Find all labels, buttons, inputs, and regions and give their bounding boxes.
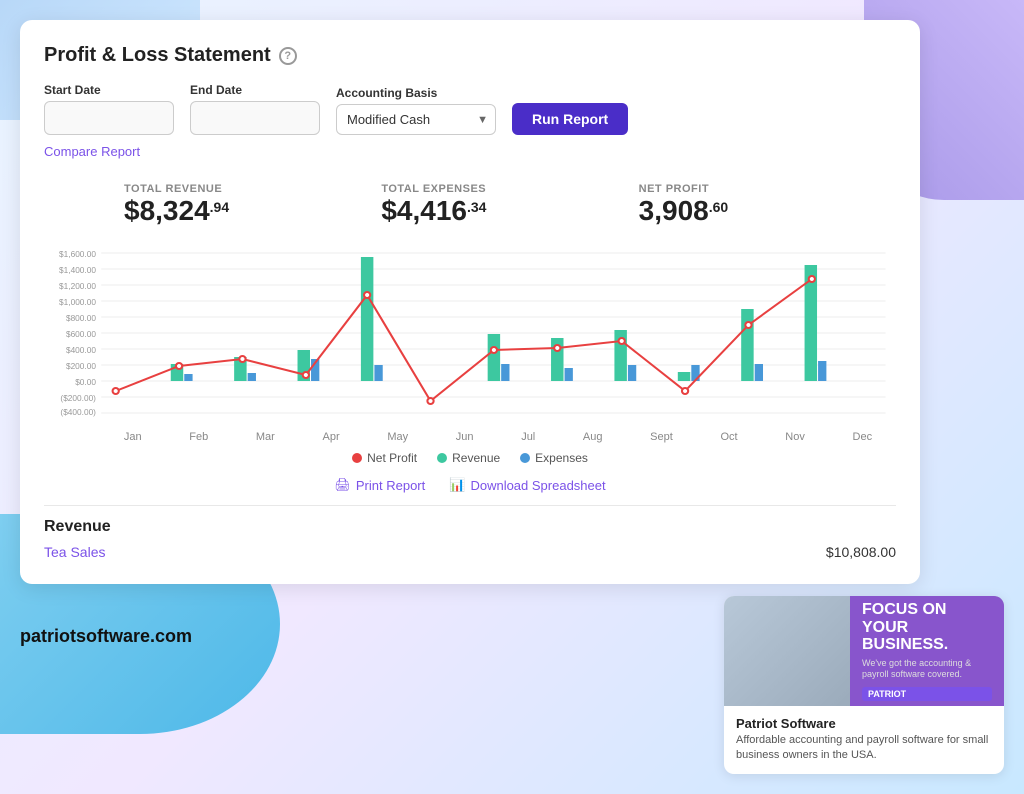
x-label-aug: Aug <box>583 431 603 443</box>
form-row: Start Date 📅 End Date 📅 Accounting Basis… <box>44 83 896 135</box>
actions-row: 🖨 Print Report 📊 Download Spreadsheet <box>44 477 896 493</box>
net-profit-dollars: 3,908 <box>639 195 709 227</box>
download-label: Download Spreadsheet <box>470 478 605 493</box>
bottom-section: patriotsoftware.com FOCUS ON YOUR BUSINE… <box>20 596 1004 774</box>
total-revenue-dollars: $8,324 <box>124 195 210 227</box>
svg-text:$400.00: $400.00 <box>66 346 96 355</box>
end-date-label: End Date <box>190 83 320 97</box>
start-date-group: Start Date 📅 <box>44 83 174 135</box>
ad-subtext: We've got the accounting & payroll softw… <box>862 658 992 681</box>
legend-dot-net-profit <box>352 453 362 463</box>
ad-content: Patriot Software Affordable accounting a… <box>724 706 1004 774</box>
tea-sales-amount: $10,808.00 <box>826 544 896 560</box>
x-label-sept: Sept <box>650 431 673 443</box>
tea-sales-link[interactable]: Tea Sales <box>44 544 105 560</box>
svg-text:($200.00): ($200.00) <box>60 394 96 403</box>
end-date-group: End Date 📅 <box>190 83 320 135</box>
ad-card: FOCUS ON YOUR BUSINESS. We've got the ac… <box>724 596 1004 774</box>
x-label-nov: Nov <box>785 431 805 443</box>
x-label-feb: Feb <box>189 431 208 443</box>
svg-text:$200.00: $200.00 <box>66 362 96 371</box>
chart-area: $1,600.00 $1,400.00 $1,200.00 $1,000.00 … <box>44 243 896 423</box>
net-profit-metric: NET PROFIT 3,908 .60 <box>639 183 896 227</box>
card-header: Profit & Loss Statement ? <box>44 44 896 67</box>
total-expenses-value: $4,416 .34 <box>381 195 638 227</box>
legend-expenses: Expenses <box>520 451 588 465</box>
ad-overlay: FOCUS ON YOUR BUSINESS. We've got the ac… <box>850 596 1004 706</box>
x-label-jul: Jul <box>521 431 535 443</box>
accounting-basis-wrap: Modified Cash Accrual Cash ▼ <box>336 104 496 135</box>
revenue-section-title: Revenue <box>44 518 896 536</box>
total-revenue-value: $8,324 .94 <box>124 195 381 227</box>
accounting-basis-group: Accounting Basis Modified Cash Accrual C… <box>336 86 496 135</box>
ad-image-area: FOCUS ON YOUR BUSINESS. We've got the ac… <box>724 596 1004 706</box>
divider <box>44 505 896 506</box>
chart-legend: Net Profit Revenue Expenses <box>44 451 896 465</box>
help-icon[interactable]: ? <box>279 47 297 65</box>
download-spreadsheet-link[interactable]: 📊 Download Spreadsheet <box>449 477 605 493</box>
x-label-apr: Apr <box>323 431 340 443</box>
ad-headline: FOCUS ON YOUR BUSINESS. <box>862 601 992 654</box>
domain-text: patriotsoftware.com <box>20 626 704 647</box>
legend-label-net-profit: Net Profit <box>367 451 417 465</box>
start-date-label: Start Date <box>44 83 174 97</box>
ad-brand: Patriot Software <box>736 716 992 731</box>
svg-text:$1,600.00: $1,600.00 <box>59 250 96 259</box>
ad-logo: PATRIOT <box>862 687 992 701</box>
total-expenses-cents: .34 <box>467 199 486 215</box>
ad-description: Affordable accounting and payroll softwa… <box>736 733 992 764</box>
metrics-row: TOTAL REVENUE $8,324 .94 TOTAL EXPENSES … <box>44 183 896 227</box>
total-expenses-metric: TOTAL EXPENSES $4,416 .34 <box>381 183 638 227</box>
run-report-button[interactable]: Run Report <box>512 103 628 135</box>
legend-label-expenses: Expenses <box>535 451 588 465</box>
compare-report-link[interactable]: Compare Report <box>44 144 140 159</box>
x-label-jun: Jun <box>456 431 474 443</box>
main-container: Profit & Loss Statement ? Start Date 📅 E… <box>0 0 1024 794</box>
total-revenue-cents: .94 <box>210 199 229 215</box>
x-label-dec: Dec <box>853 431 873 443</box>
svg-text:$800.00: $800.00 <box>66 314 96 323</box>
net-profit-cents: .60 <box>709 199 728 215</box>
legend-dot-revenue <box>437 453 447 463</box>
svg-text:$1,000.00: $1,000.00 <box>59 298 96 307</box>
chart-svg: $1,600.00 $1,400.00 $1,200.00 $1,000.00 … <box>44 243 896 423</box>
legend-revenue: Revenue <box>437 451 500 465</box>
svg-text:($400.00): ($400.00) <box>60 408 96 417</box>
total-revenue-metric: TOTAL REVENUE $8,324 .94 <box>124 183 381 227</box>
total-expenses-label: TOTAL EXPENSES <box>381 183 638 195</box>
legend-dot-expenses <box>520 453 530 463</box>
report-card: Profit & Loss Statement ? Start Date 📅 E… <box>20 20 920 584</box>
page-title: Profit & Loss Statement <box>44 44 271 67</box>
x-label-may: May <box>387 431 408 443</box>
total-revenue-label: TOTAL REVENUE <box>124 183 381 195</box>
svg-text:$600.00: $600.00 <box>66 330 96 339</box>
print-report-label: Print Report <box>356 478 425 493</box>
legend-label-revenue: Revenue <box>452 451 500 465</box>
x-label-jan: Jan <box>124 431 142 443</box>
net-profit-label: NET PROFIT <box>639 183 896 195</box>
print-report-link[interactable]: 🖨 Print Report <box>334 477 425 493</box>
svg-text:$1,200.00: $1,200.00 <box>59 282 96 291</box>
x-label-oct: Oct <box>720 431 737 443</box>
end-date-wrap: 📅 <box>190 101 320 135</box>
start-date-wrap: 📅 <box>44 101 174 135</box>
accounting-basis-label: Accounting Basis <box>336 86 496 100</box>
x-label-mar: Mar <box>256 431 275 443</box>
x-axis-labels: Jan Feb Mar Apr May Jun Jul Aug Sept Oct… <box>44 431 896 443</box>
print-icon: 🖨 <box>334 477 351 493</box>
revenue-row: Tea Sales $10,808.00 <box>44 544 896 560</box>
svg-text:$1,400.00: $1,400.00 <box>59 266 96 275</box>
download-icon: 📊 <box>449 477 465 493</box>
total-expenses-dollars: $4,416 <box>381 195 467 227</box>
net-profit-value: 3,908 .60 <box>639 195 896 227</box>
legend-net-profit: Net Profit <box>352 451 417 465</box>
accounting-basis-select[interactable]: Modified Cash Accrual Cash <box>336 104 496 135</box>
svg-text:$0.00: $0.00 <box>75 378 96 387</box>
